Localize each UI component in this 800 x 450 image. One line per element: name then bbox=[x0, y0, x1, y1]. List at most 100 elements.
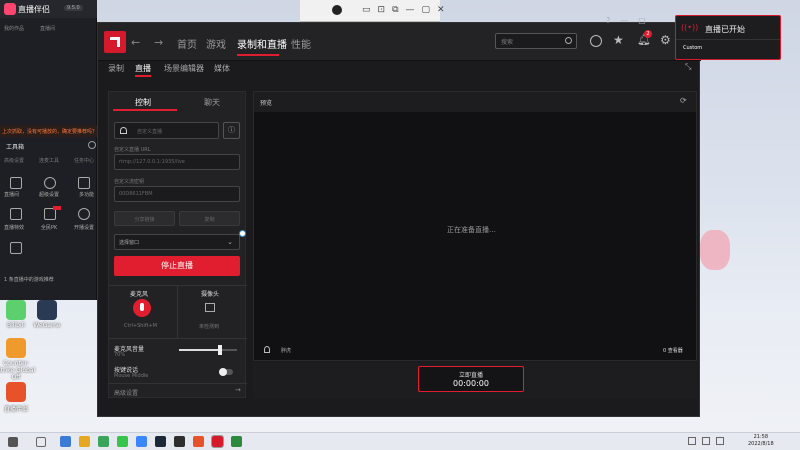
subnav-record[interactable]: 录制 bbox=[108, 63, 124, 74]
platform-placeholder: 自定义直播 bbox=[137, 129, 163, 135]
app-icon[interactable] bbox=[174, 436, 185, 447]
window-select-value: 选择窗口 bbox=[119, 240, 140, 246]
tab-control[interactable]: 控制 bbox=[109, 92, 177, 110]
tool-record-icon[interactable] bbox=[44, 177, 56, 189]
excel-icon[interactable] bbox=[231, 436, 242, 447]
nav-home[interactable]: 首页 bbox=[177, 36, 197, 51]
toggle-knob bbox=[219, 368, 227, 376]
task-view-icon[interactable] bbox=[60, 436, 71, 447]
subnav-media[interactable]: 媒体 bbox=[214, 63, 230, 74]
amd-logo-icon bbox=[104, 31, 126, 53]
tool-effects-icon[interactable] bbox=[10, 208, 22, 220]
minimize-icon[interactable]: — bbox=[620, 16, 628, 25]
subnav-stream[interactable]: 直播 bbox=[135, 63, 151, 74]
search-icon[interactable] bbox=[565, 37, 572, 44]
desktop-icon-companion[interactable]: 直播伴侣 bbox=[0, 382, 36, 413]
refresh-icon[interactable]: ⟳ bbox=[680, 96, 687, 105]
close-icon[interactable]: ✕ bbox=[437, 5, 445, 15]
tab-chat[interactable]: 聊天 bbox=[178, 92, 246, 110]
tool-pk-icon[interactable] bbox=[44, 206, 61, 220]
tool-item[interactable]: 超级设置 bbox=[39, 191, 59, 198]
mini-window-control-icon[interactable]: ⧉ bbox=[392, 5, 398, 15]
mic-toggle-button[interactable] bbox=[133, 299, 151, 317]
mic-volume-value: 70% bbox=[114, 352, 126, 358]
subnav-scene-editor[interactable]: 场景编辑器 bbox=[164, 63, 204, 74]
help-icon[interactable]: ? bbox=[606, 16, 610, 25]
tool-item[interactable]: 全民PK bbox=[41, 224, 57, 231]
wallpaper-character bbox=[700, 230, 730, 270]
advanced-settings-link[interactable]: 高级设置 bbox=[114, 388, 138, 397]
globe-icon[interactable] bbox=[590, 35, 602, 47]
start-icon[interactable] bbox=[8, 436, 18, 447]
tray-up-icon[interactable] bbox=[688, 437, 696, 445]
favorites-star-icon[interactable]: ★ bbox=[613, 33, 624, 47]
divider bbox=[109, 338, 247, 339]
tool-item[interactable]: 高级设置 bbox=[4, 157, 24, 164]
clock[interactable]: 21:58 2022/8/18 bbox=[748, 434, 774, 448]
nav-record-stream[interactable]: 录制和直播 bbox=[237, 36, 287, 51]
qq-icon[interactable] bbox=[136, 436, 147, 447]
nav-performance[interactable]: 性能 bbox=[291, 36, 311, 51]
tool-download-icon[interactable] bbox=[10, 242, 22, 254]
tool-start-icon[interactable] bbox=[78, 208, 90, 220]
stream-key-field[interactable]: 00D8611FBM bbox=[114, 186, 240, 202]
nav-games[interactable]: 游戏 bbox=[206, 36, 226, 51]
store-icon[interactable] bbox=[98, 436, 109, 447]
search-icon[interactable] bbox=[36, 436, 46, 447]
desktop-icon-csgo[interactable]: Counter-Strike Global Off bbox=[0, 338, 36, 381]
collapse-icon[interactable]: ⤡ bbox=[685, 62, 691, 72]
maximize-icon[interactable]: ▢ bbox=[422, 5, 431, 15]
notification-title: 直播已开始 bbox=[705, 25, 745, 34]
companion-footer[interactable]: 1 条直播中的游戏推荐 bbox=[4, 276, 54, 283]
tool-mic-icon[interactable] bbox=[78, 177, 90, 189]
companion-tab-works[interactable]: 我的作品 bbox=[4, 25, 24, 32]
url-field[interactable]: rtmp://127.0.0.1:1935/live bbox=[114, 154, 240, 170]
mini-window-control-icon[interactable]: ⊡ bbox=[378, 5, 386, 15]
tool-item[interactable]: 多功能 bbox=[79, 191, 94, 198]
settings-gear-icon[interactable]: ⚙ bbox=[660, 33, 671, 47]
tool-item[interactable]: 直播特效 bbox=[4, 224, 24, 231]
tool-item[interactable]: 连麦工具 bbox=[39, 157, 59, 164]
platform-select[interactable]: 自定义直播 bbox=[114, 122, 219, 139]
minimize-icon[interactable]: — bbox=[406, 5, 415, 15]
network-icon[interactable] bbox=[702, 437, 710, 445]
tool-item[interactable]: 直播间 bbox=[4, 191, 19, 198]
toolbox-header: 工具箱 bbox=[6, 144, 25, 151]
go-live-button[interactable]: 立即直播 00:00:00 bbox=[418, 366, 524, 392]
divider bbox=[676, 39, 780, 40]
desktop-icon-label: Counter-Strike Global Off bbox=[0, 360, 36, 381]
stop-stream-button[interactable]: 停止直播 bbox=[114, 256, 240, 276]
stream-started-notification[interactable]: ((•)) 直播已开始 Custom bbox=[675, 15, 781, 60]
info-icon[interactable]: ⓘ bbox=[223, 122, 240, 139]
steam-icon[interactable] bbox=[155, 436, 166, 447]
window-select[interactable]: 选择窗口 ⌄ bbox=[114, 234, 240, 250]
csgo-icon bbox=[6, 338, 26, 358]
arrow-right-icon[interactable]: → bbox=[235, 386, 241, 394]
mini-window-control-icon[interactable]: ▭ bbox=[362, 5, 371, 15]
companion-tab-room[interactable]: 直播间 bbox=[40, 25, 55, 32]
forward-arrow-icon[interactable]: → bbox=[154, 36, 163, 49]
camera-off-icon[interactable] bbox=[205, 303, 215, 312]
wechat-icon[interactable] bbox=[117, 436, 128, 447]
tool-grid-icon[interactable] bbox=[10, 177, 22, 189]
toolbox-settings-icon[interactable] bbox=[88, 141, 96, 149]
back-arrow-icon[interactable]: ← bbox=[131, 36, 140, 49]
chevron-down-icon: ⌄ bbox=[227, 238, 233, 246]
amd-taskbar-icon[interactable] bbox=[211, 435, 224, 448]
copy-button[interactable]: 复制 bbox=[179, 211, 240, 226]
file-explorer-icon[interactable] bbox=[79, 436, 90, 447]
push-to-talk-toggle[interactable] bbox=[219, 368, 233, 376]
volume-icon[interactable] bbox=[716, 437, 724, 445]
share-link-button[interactable]: 分享链接 bbox=[114, 211, 175, 226]
tool-item[interactable]: 开播设置 bbox=[74, 224, 94, 231]
companion-title: 直播伴侣 bbox=[18, 5, 50, 14]
slider-handle[interactable] bbox=[217, 345, 222, 355]
tool-item[interactable]: 任务中心 bbox=[74, 157, 94, 164]
go-live-label: 立即直播 bbox=[458, 372, 483, 379]
notice-banner[interactable]: 上次抓取，没有可播放的，确定要推荐吗？ bbox=[0, 125, 97, 137]
desktop-icon-wegame[interactable]: WeGame bbox=[27, 300, 67, 330]
companion-taskbar-icon[interactable] bbox=[193, 436, 204, 447]
maximize-icon[interactable]: ▢ bbox=[638, 16, 646, 25]
mic-volume-slider[interactable] bbox=[179, 345, 237, 355]
search-input[interactable]: 搜索 bbox=[495, 33, 577, 49]
